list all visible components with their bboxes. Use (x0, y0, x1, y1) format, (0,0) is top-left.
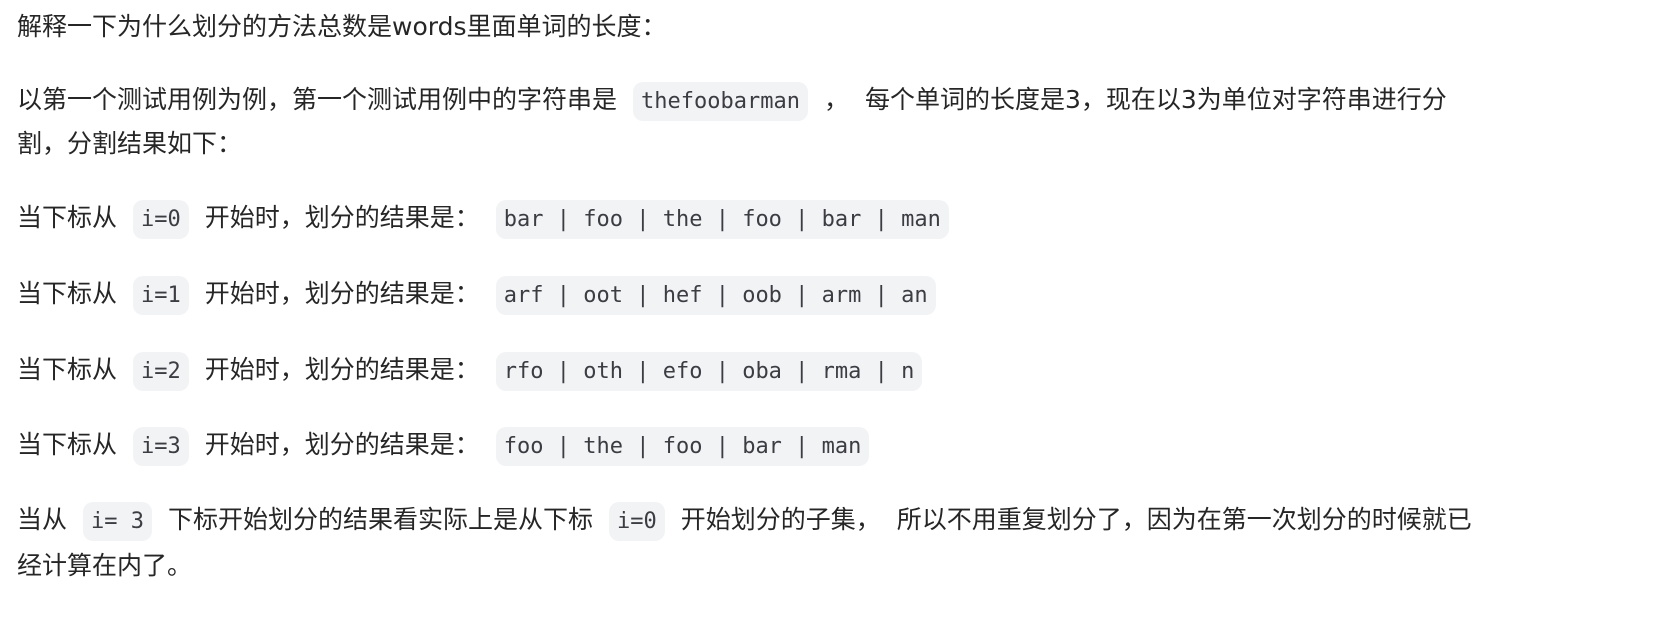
result-code: foo | the | foo | bar | man (495, 427, 870, 466)
conclusion-paragraph-line2: 经计算在内了。 (17, 551, 193, 580)
index-code: i=0 (133, 200, 189, 239)
intro-paragraph: 解释一下为什么划分的方法总数是words里面单词的长度： (17, 12, 667, 41)
example-paragraph-line2: 割，分割结果如下： (17, 129, 243, 158)
conclusion-code-1: i= 3 (83, 502, 152, 541)
article-content: 解释一下为什么划分的方法总数是words里面单词的长度： 以第一个测试用例为例，… (0, 0, 1654, 632)
split-middle: 开始时，划分的结果是： (204, 355, 480, 384)
split-prefix: 当下标从 (17, 279, 118, 308)
example-text-c: 每个单词的长度是3，现在以3为单位对字符串进行分 (864, 85, 1447, 114)
example-paragraph-line1: 以第一个测试用例为例，第一个测试用例中的字符串是 thefoobarman ， 每个单… (17, 77, 1447, 125)
split-middle: 开始时，划分的结果是： (204, 430, 480, 459)
conclusion-text-a: 当从 (17, 505, 68, 534)
string-code: thefoobarman (633, 82, 808, 121)
index-code: i=3 (133, 427, 189, 466)
split-middle: 开始时，划分的结果是： (204, 203, 480, 232)
split-row: 当下标从 i=1 开始时，划分的结果是： arf | oot | hef | oob … (17, 271, 952, 319)
example-text-b: ， (823, 85, 849, 114)
conclusion-text-c: 开始划分的子集， (680, 505, 881, 534)
split-prefix: 当下标从 (17, 355, 118, 384)
split-prefix: 当下标从 (17, 430, 118, 459)
result-code: arf | oot | hef | oob | arm | an (495, 276, 936, 315)
split-prefix: 当下标从 (17, 203, 118, 232)
split-row: 当下标从 i=3 开始时，划分的结果是： foo | the | foo | bar … (17, 422, 885, 470)
result-code: rfo | oth | efo | oba | rma | n (495, 352, 923, 391)
index-code: i=2 (133, 352, 189, 391)
conclusion-code-2: i=0 (609, 502, 665, 541)
conclusion-paragraph-line1: 当从 i= 3 下标开始划分的结果看实际上是从下标 i=0 开始划分的子集， 所以不用重复… (17, 497, 1472, 545)
index-code: i=1 (133, 276, 189, 315)
result-code: bar | foo | the | foo | bar | man (495, 200, 949, 239)
split-middle: 开始时，划分的结果是： (204, 279, 480, 308)
conclusion-text-d: 所以不用重复划分了，因为在第一次划分的时候就已 (896, 505, 1472, 534)
split-row: 当下标从 i=2 开始时，划分的结果是： rfo | oth | efo | oba … (17, 347, 938, 395)
split-row: 当下标从 i=0 开始时，划分的结果是： bar | foo | the | foo … (17, 195, 965, 243)
example-text-a: 以第一个测试用例为例，第一个测试用例中的字符串是 (17, 85, 618, 114)
conclusion-text-b: 下标开始划分的结果看实际上是从下标 (168, 505, 594, 534)
